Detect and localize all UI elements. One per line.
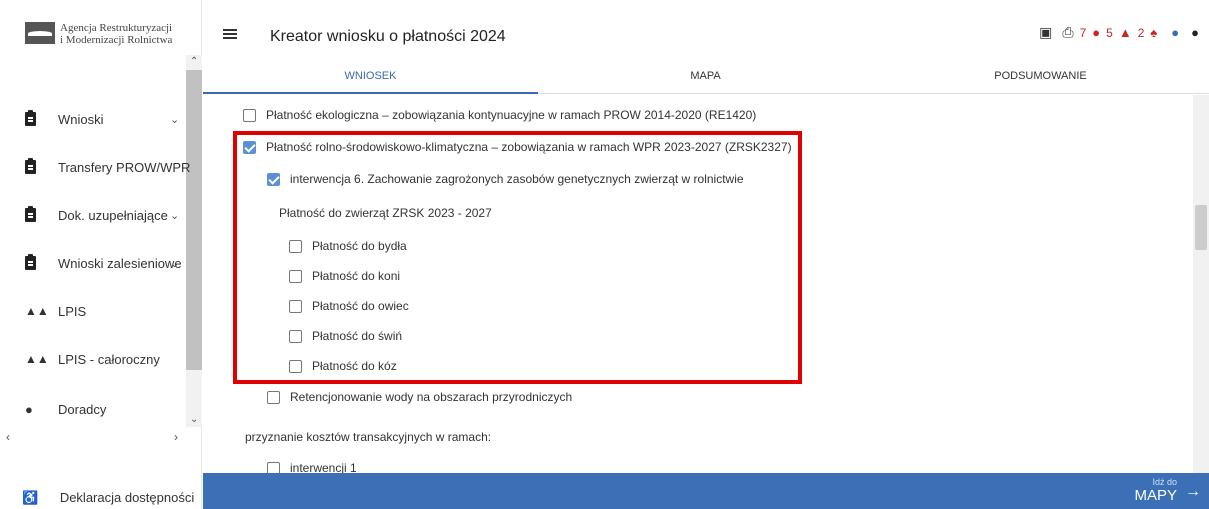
clipboard-icon — [25, 158, 39, 174]
chevron-down-icon: ⌄ — [170, 113, 180, 126]
sidebar: Agencja Restrukturyzacji i Modernizacji … — [0, 0, 202, 509]
agency-name-line2: i Modernizacji Rolnictwa — [60, 34, 173, 46]
checkbox[interactable] — [243, 108, 256, 122]
highlight-box — [233, 131, 802, 384]
option-eco-payment[interactable]: Płatność ekologiczna – zobowiązania kont… — [243, 108, 756, 122]
account-icon[interactable]: ● — [1191, 25, 1199, 40]
tab-mapa[interactable]: MAPA — [538, 70, 873, 82]
sidebar-item-accessibility[interactable]: ♿ Deklaracja dostępności — [22, 490, 194, 506]
chevron-down-icon: ⌄ — [170, 257, 180, 270]
option-intervention1[interactable]: interwencji 1 — [267, 461, 357, 473]
heading-text: przyznanie kosztów transakcyjnych w rama… — [245, 430, 492, 444]
sidebar-item-label: Doradcy — [58, 401, 107, 417]
clipboard-icon — [25, 110, 39, 126]
option-label: interwencji 1 — [290, 461, 357, 473]
sidebar-item-dok-uzupelniajace[interactable]: Dok. uzupełniające ⌄ — [0, 200, 186, 230]
sidebar-item-wnioski[interactable]: Wnioski ⌄ — [0, 104, 186, 134]
sidebar-item-wnioski-zalesieniowe[interactable]: Wnioski zalesieniowe ⌄ — [0, 248, 186, 278]
tab-bar: WNIOSEK MAPA PODSUMOWANIE — [203, 64, 1209, 94]
sidebar-item-lpis-caloroczny[interactable]: ▲▲ LPIS - całoroczny — [0, 344, 186, 374]
help-icon[interactable]: ● — [1171, 25, 1179, 40]
person-icon: ● — [25, 402, 33, 417]
agency-logo: Agencja Restrukturyzacji i Modernizacji … — [25, 22, 172, 46]
agency-name-line1: Agencja Restrukturyzacji — [60, 22, 173, 34]
sidebar-item-doradcy[interactable]: ● Doradcy — [0, 394, 186, 424]
scroll-down-icon[interactable]: ⌄ — [190, 414, 198, 425]
option-water-retention[interactable]: Retencjonowanie wody na obszarach przyro… — [267, 390, 572, 404]
goto-small-label: Idź do — [1152, 477, 1177, 487]
scroll-right-icon[interactable]: › — [174, 430, 178, 444]
sidebar-item-label: Dok. uzupełniające — [58, 207, 168, 223]
accessibility-label: Deklaracja dostępności — [59, 490, 195, 505]
sidebar-item-lpis[interactable]: ▲▲ LPIS — [0, 296, 186, 326]
error-count: 7 — [1079, 25, 1087, 40]
chevron-down-icon: ⌄ — [170, 209, 180, 222]
checkbox[interactable] — [267, 390, 280, 404]
scroll-left-icon[interactable]: ‹ — [6, 430, 10, 444]
menu-icon[interactable] — [223, 29, 237, 31]
accessibility-icon: ♿ — [22, 490, 39, 505]
notification-count: 2 — [1137, 25, 1145, 40]
warning-count: 5 — [1106, 25, 1113, 40]
goto-map-button[interactable]: Idź do MAPY — [1134, 477, 1177, 504]
error-icon[interactable]: ● — [1092, 25, 1100, 40]
warning-icon[interactable]: ▲ — [1119, 25, 1132, 40]
sidebar-item-label: Wnioski — [58, 111, 104, 127]
terrain-icon: ▲▲ — [25, 352, 49, 366]
sidebar-item-transfery[interactable]: Transfery PROW/WPR — [0, 152, 190, 182]
page-title: Kreator wniosku o płatności 2024 — [270, 28, 506, 45]
sidebar-horizontal-scrollbar[interactable]: ‹ › — [0, 430, 202, 446]
transaction-costs-heading: przyznanie kosztów transakcyjnych w rama… — [245, 430, 491, 444]
option-label: Płatność ekologiczna – zobowiązania kont… — [266, 108, 757, 122]
arimr-logo-icon — [25, 22, 55, 44]
sidebar-item-label: LPIS — [58, 303, 87, 319]
bottom-bar: Idź do MAPY → — [203, 473, 1209, 509]
sidebar-item-label: Wnioski zalesieniowe — [58, 255, 182, 271]
save-icon[interactable]: ▣ — [1039, 24, 1052, 41]
terrain-icon: ▲▲ — [25, 304, 49, 318]
content-scrollbar[interactable] — [1193, 95, 1209, 473]
goto-big-label: MAPY — [1134, 487, 1177, 504]
tab-wniosek[interactable]: WNIOSEK — [203, 70, 538, 82]
content-scroll-thumb[interactable] — [1195, 205, 1207, 250]
sidebar-item-label: LPIS - całoroczny — [58, 351, 160, 367]
bell-icon[interactable]: ♠ — [1150, 25, 1157, 40]
toolbar-icons: ▣ ⎙ 7 ● 5 ▲ 2 ♠ ● ● — [1039, 24, 1199, 41]
clipboard-icon — [25, 206, 39, 222]
scroll-up-icon[interactable]: ⌃ — [190, 56, 198, 67]
top-app-bar: Kreator wniosku o płatności 2024 ▣ ⎙ 7 ●… — [203, 0, 1209, 64]
arrow-right-icon[interactable]: → — [1185, 483, 1201, 501]
checkbox[interactable] — [267, 461, 280, 473]
option-label: Retencjonowanie wody na obszarach przyro… — [290, 390, 573, 404]
sidebar-item-label: Transfery PROW/WPR — [58, 159, 191, 175]
sidebar-scroll-thumb[interactable] — [186, 70, 202, 370]
tab-podsumowanie[interactable]: PODSUMOWANIE — [873, 70, 1208, 82]
print-icon[interactable]: ⎙ — [1062, 24, 1073, 41]
active-tab-indicator — [203, 92, 538, 94]
clipboard-icon — [25, 254, 39, 270]
